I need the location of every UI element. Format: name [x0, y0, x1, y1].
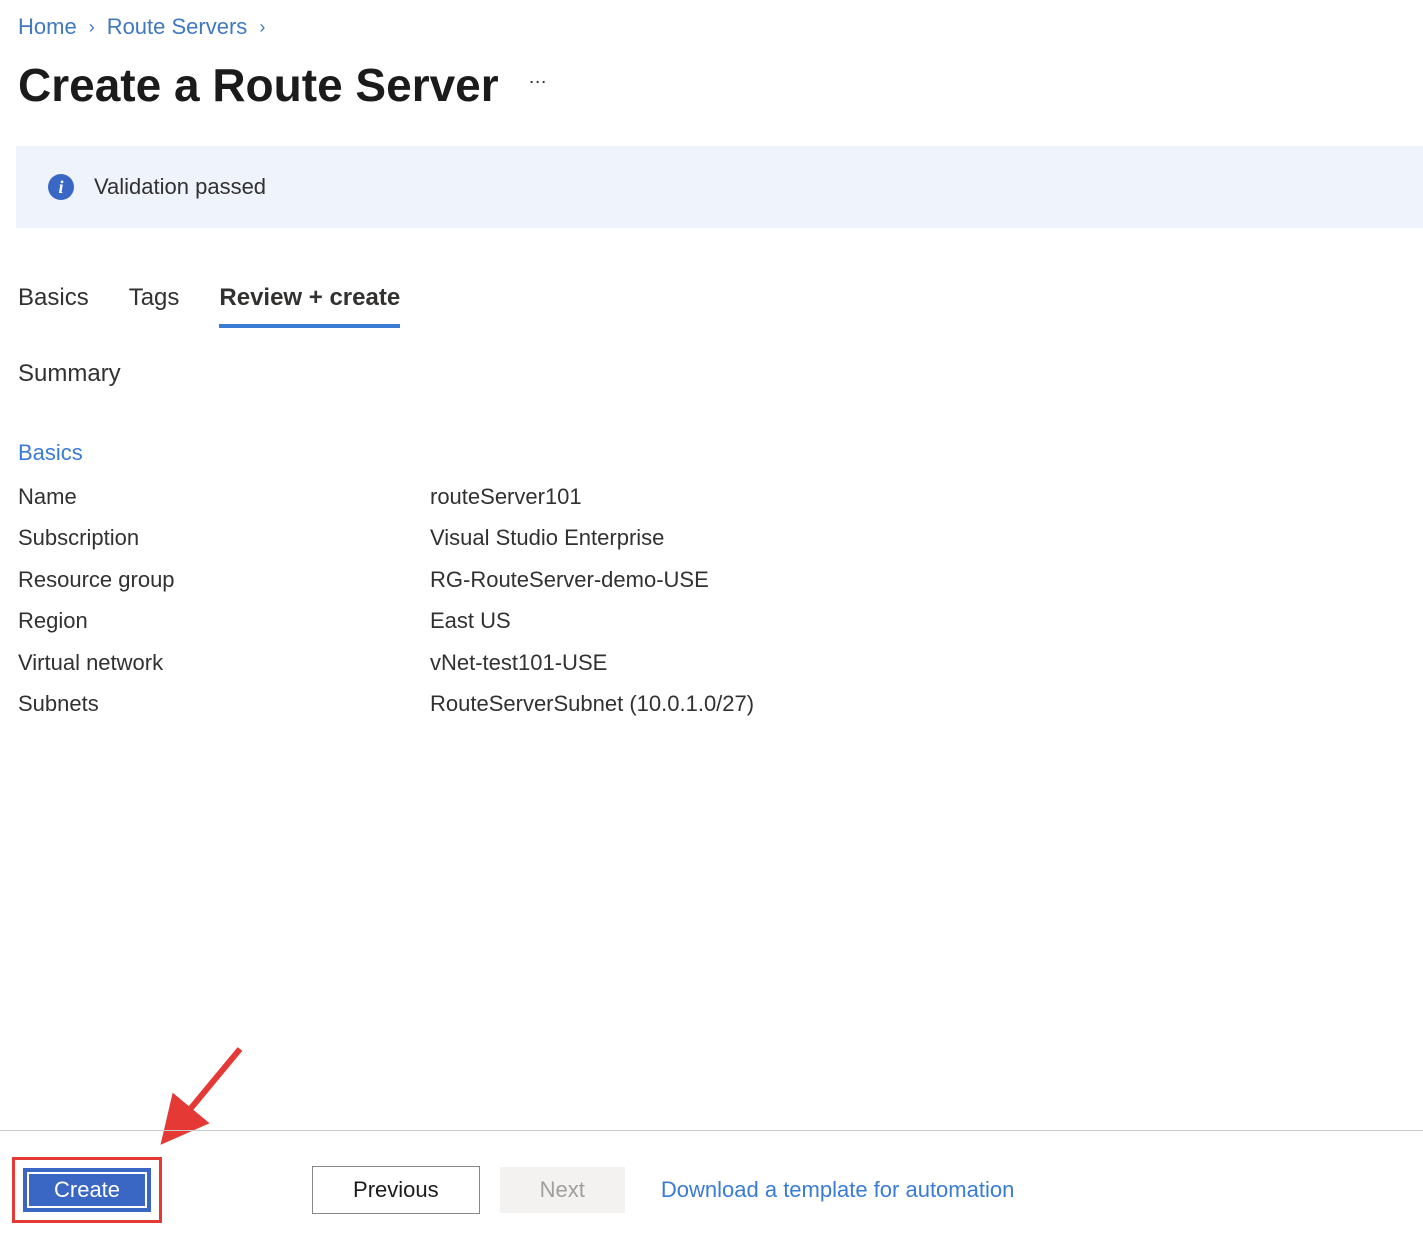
summary-key-subscription: Subscription [18, 519, 430, 556]
tab-review-create[interactable]: Review + create [219, 284, 400, 328]
next-button: Next [500, 1167, 625, 1213]
breadcrumb-route-servers[interactable]: Route Servers [107, 14, 248, 40]
summary-key-subnets: Subnets [18, 685, 430, 722]
info-icon: i [48, 174, 74, 200]
chevron-right-icon: › [259, 17, 265, 38]
highlight-annotation: Create [12, 1157, 162, 1223]
summary-row: Subscription Visual Studio Enterprise [18, 517, 1405, 558]
previous-button[interactable]: Previous [312, 1166, 480, 1214]
summary-val-vnet: vNet-test101-USE [430, 644, 607, 681]
tab-basics[interactable]: Basics [18, 284, 89, 328]
create-button[interactable]: Create [23, 1168, 151, 1212]
download-template-link[interactable]: Download a template for automation [661, 1177, 1014, 1203]
breadcrumb: Home › Route Servers › [0, 0, 1423, 48]
summary-key-vnet: Virtual network [18, 644, 430, 681]
summary-row: Subnets RouteServerSubnet (10.0.1.0/27) [18, 683, 1405, 724]
footer-divider [0, 1130, 1423, 1131]
tab-tags[interactable]: Tags [129, 284, 180, 328]
summary-grid: Name routeServer101 Subscription Visual … [0, 474, 1423, 724]
summary-row: Region East US [18, 600, 1405, 641]
breadcrumb-home[interactable]: Home [18, 14, 77, 40]
summary-row: Resource group RG-RouteServer-demo-USE [18, 559, 1405, 600]
summary-val-name: routeServer101 [430, 478, 582, 515]
summary-row: Virtual network vNet-test101-USE [18, 642, 1405, 683]
tabs: Basics Tags Review + create [0, 228, 1423, 328]
page-title-row: Create a Route Server ⋯ [0, 48, 1423, 136]
summary-val-region: East US [430, 602, 511, 639]
summary-key-rg: Resource group [18, 561, 430, 598]
summary-heading: Summary [0, 328, 1423, 388]
summary-val-subscription: Visual Studio Enterprise [430, 519, 664, 556]
summary-key-name: Name [18, 478, 430, 515]
summary-key-region: Region [18, 602, 430, 639]
more-actions-icon[interactable]: ⋯ [529, 72, 549, 99]
chevron-right-icon: › [89, 17, 95, 38]
arrow-annotation-icon [150, 1039, 270, 1159]
page-title: Create a Route Server [18, 58, 499, 112]
validation-message: Validation passed [94, 174, 266, 200]
section-heading-basics: Basics [0, 388, 1423, 474]
summary-val-subnets: RouteServerSubnet (10.0.1.0/27) [430, 685, 754, 722]
summary-row: Name routeServer101 [18, 476, 1405, 517]
footer-actions: Create Previous Next Download a template… [12, 1157, 1014, 1223]
summary-val-rg: RG-RouteServer-demo-USE [430, 561, 709, 598]
validation-banner: i Validation passed [16, 146, 1423, 228]
